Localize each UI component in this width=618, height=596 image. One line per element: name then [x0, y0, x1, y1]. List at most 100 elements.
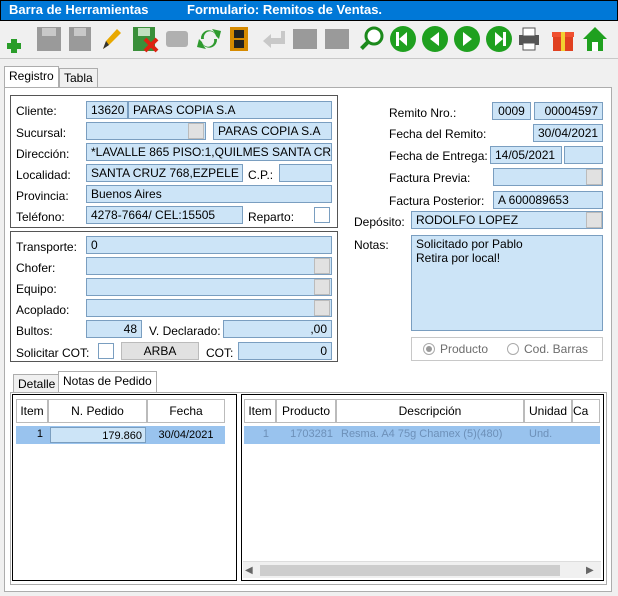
tab-registro[interactable]: Registro [4, 66, 59, 88]
add-button[interactable] [0, 24, 30, 54]
cliente-name-field[interactable]: PARAS COPIA S.A [128, 101, 332, 119]
equipo-field[interactable] [86, 278, 332, 296]
delete-button[interactable] [130, 24, 160, 54]
keyboard-button[interactable] [322, 24, 352, 54]
back-button[interactable] [258, 24, 288, 54]
table-row[interactable]: 1 179.860 30/04/2021 [16, 426, 225, 444]
scroll-right-icon[interactable]: ▶ [586, 565, 594, 576]
cliente-label: Cliente: [16, 104, 57, 118]
pencil-icon [103, 29, 121, 49]
deposito-field[interactable]: RODOLFO LOPEZ [411, 211, 603, 229]
fecha-remito-field[interactable]: 30/04/2021 [533, 124, 603, 142]
calculator-button[interactable] [290, 24, 320, 54]
chofer-lookup-button[interactable] [314, 258, 330, 274]
factura-previa-lookup-button[interactable] [586, 169, 602, 185]
pedido-number-cell[interactable]: 179.860 [50, 427, 146, 443]
fecha-entrega-field[interactable]: 14/05/2021 [490, 146, 562, 164]
bultos-field[interactable]: 48 [86, 320, 142, 338]
tab-registro-label: Registro [9, 69, 54, 83]
film-icon [230, 27, 248, 51]
search-button[interactable] [357, 24, 387, 54]
pedidos-header-pedido[interactable]: N. Pedido [48, 399, 147, 423]
productos-horizontal-scrollbar[interactable]: ◀ ▶ [243, 561, 601, 578]
productos-header-producto[interactable]: Producto [276, 399, 336, 423]
previous-icon [422, 26, 448, 52]
productos-header-descripcion[interactable]: Descripción [336, 399, 524, 423]
arba-button[interactable]: ARBA [121, 342, 199, 360]
edit-button[interactable] [96, 24, 126, 54]
film-button[interactable] [224, 24, 254, 54]
magnifier-icon [360, 26, 384, 50]
radio-codbarras[interactable] [507, 343, 519, 355]
provincia-label: Provincia: [16, 189, 69, 203]
sucursal-name-field[interactable]: PARAS COPIA S.A [213, 122, 332, 140]
gift-button[interactable] [548, 24, 578, 54]
first-record-button[interactable] [388, 24, 418, 54]
save-button[interactable] [34, 24, 64, 54]
deposito-lookup-button[interactable] [586, 212, 602, 228]
sucursal-lookup-button[interactable] [188, 123, 204, 139]
remito-nro-label: Remito Nro.: [389, 106, 457, 120]
cp-field[interactable] [279, 164, 332, 182]
cliente-code-field[interactable]: 13620 [86, 101, 128, 119]
radio-producto-label: Producto [440, 342, 489, 356]
disk-pencil-icon [69, 27, 91, 51]
telefono-field[interactable]: 4278-7664/ CEL:15505 [86, 206, 243, 224]
localidad-label: Localidad: [16, 168, 71, 182]
direccion-field[interactable]: *LAVALLE 865 PISO:1,QUILMES SANTA CR [86, 143, 332, 161]
notas-line-1: Solicitado por Pablo [416, 237, 523, 251]
factura-posterior-field[interactable]: A 600089653 [493, 191, 603, 209]
radio-producto[interactable] [423, 343, 435, 355]
next-record-button[interactable] [452, 24, 482, 54]
last-record-button[interactable] [484, 24, 514, 54]
deposito-label: Depósito: [354, 215, 405, 229]
tab-notas-pedido-label: Notas de Pedido [63, 374, 152, 388]
remito-prefix-field[interactable]: 0009 [492, 102, 531, 120]
localidad-field[interactable]: SANTA CRUZ 768,EZPELE [86, 164, 243, 182]
calculator-icon [293, 29, 317, 49]
scroll-left-icon[interactable]: ◀ [245, 565, 253, 576]
equipo-label: Equipo: [16, 282, 57, 296]
acoplado-field[interactable] [86, 299, 332, 317]
equipo-lookup-button[interactable] [314, 279, 330, 295]
pedidos-header-fecha[interactable]: Fecha [147, 399, 225, 423]
disk-delete-icon [133, 27, 159, 53]
provincia-field[interactable]: Buenos Aires [86, 185, 332, 203]
radio-producto-dot [426, 346, 432, 352]
print-button[interactable] [514, 24, 544, 54]
pedido-item-cell: 1 [36, 428, 43, 440]
save-as-button[interactable] [66, 24, 96, 54]
acoplado-lookup-button[interactable] [314, 300, 330, 316]
toolbar [0, 21, 618, 59]
printer-icon [519, 27, 539, 51]
pedidos-header-item[interactable]: Item [16, 399, 48, 423]
next-icon [454, 26, 480, 52]
tab-detalle[interactable]: Detalle [13, 374, 61, 394]
factura-posterior-label: Factura Posterior: [389, 194, 485, 208]
solicitar-cot-checkbox[interactable] [98, 343, 114, 359]
productos-header-unidad[interactable]: Unidad [524, 399, 572, 423]
tab-notas-pedido[interactable]: Notas de Pedido [58, 371, 157, 393]
productos-header-item[interactable]: Item [244, 399, 276, 423]
first-icon [390, 26, 416, 52]
productos-header-cantidad[interactable]: Ca [572, 399, 600, 423]
notas-textarea[interactable]: Solicitado por Pablo Retira por local! [411, 235, 603, 331]
remito-nro-field[interactable]: 00004597 [534, 102, 603, 120]
transporte-field[interactable]: 0 [86, 236, 332, 254]
vdeclarado-field[interactable]: ,00 [223, 320, 332, 338]
telefono-label: Teléfono: [16, 210, 65, 224]
cot-field[interactable]: 0 [238, 342, 332, 360]
undo-button[interactable] [162, 24, 192, 54]
home-button[interactable] [580, 24, 610, 54]
scroll-thumb[interactable] [260, 565, 560, 576]
reparto-checkbox[interactable] [314, 207, 330, 223]
chofer-field[interactable] [86, 257, 332, 275]
refresh-button[interactable] [194, 24, 224, 54]
reparto-label: Reparto: [248, 210, 295, 224]
tab-tabla[interactable]: Tabla [59, 68, 98, 88]
previous-record-button[interactable] [420, 24, 450, 54]
table-row[interactable]: 1 1703281 Resma. A4 75g Chamex (5)(480) … [244, 426, 600, 444]
tab-detalle-label: Detalle [18, 377, 56, 391]
notas-label: Notas: [354, 238, 389, 252]
fecha-entrega-extra-field[interactable] [564, 146, 603, 164]
